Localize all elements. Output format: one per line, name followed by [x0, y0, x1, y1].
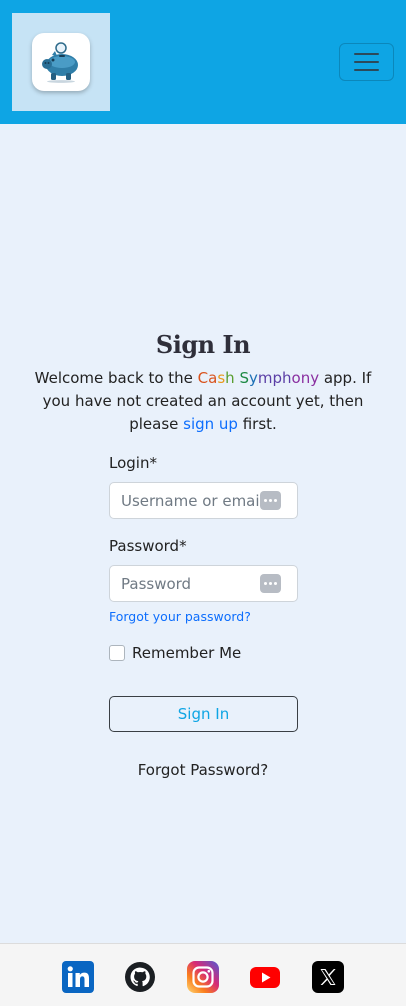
logo[interactable] [12, 13, 110, 111]
app-name: Cash Symphony [198, 369, 319, 387]
instagram-icon[interactable] [187, 961, 219, 993]
signin-button[interactable]: Sign In [109, 696, 298, 732]
signin-section: Sign In Welcome back to the Cash Symphon… [0, 330, 406, 436]
password-field [109, 565, 298, 602]
linkedin-icon[interactable] [62, 961, 94, 993]
github-icon[interactable] [124, 961, 156, 993]
signup-link[interactable]: sign up [183, 415, 238, 433]
app-name-part: ony [291, 369, 320, 387]
password-label: Password* [109, 537, 187, 555]
app-name-part: h [225, 369, 240, 387]
forgot-password-link[interactable]: Forgot your password? [109, 609, 298, 624]
x-icon[interactable] [312, 961, 344, 993]
app-name-part: Ca [197, 369, 218, 387]
password-manager-icon[interactable] [260, 574, 281, 593]
login-label: Login* [109, 454, 157, 472]
hamburger-line [354, 61, 379, 63]
forgot-password-text[interactable]: Forgot Password? [0, 761, 406, 779]
youtube-icon[interactable] [249, 961, 281, 993]
password-input[interactable] [110, 566, 260, 601]
hamburger-line [354, 69, 379, 71]
page-title: Sign In [155, 330, 251, 359]
navbar [0, 0, 406, 124]
logo-tile [32, 33, 90, 91]
hamburger-icon[interactable] [339, 43, 394, 81]
password-manager-icon[interactable] [260, 491, 281, 510]
intro-text: Welcome back to the Cash Symphony app. I… [25, 367, 381, 436]
app-name-part: y [248, 369, 258, 387]
app-name-part: mph [257, 369, 292, 387]
login-field [109, 482, 298, 519]
app-name-part: S [239, 369, 249, 387]
intro-before: Welcome back to the [34, 369, 198, 387]
signin-form: Login* Password* Forgot your password? R… [109, 453, 298, 732]
remember-me-checkbox[interactable] [109, 645, 125, 661]
footer [0, 943, 406, 1006]
piggy-bank-icon [42, 42, 78, 83]
hamburger-line [354, 53, 379, 55]
app-name-part: s [217, 369, 226, 387]
intro-after: first. [237, 415, 277, 433]
remember-me-label[interactable]: Remember Me [132, 644, 241, 662]
login-input[interactable] [110, 483, 260, 518]
remember-me-row: Remember Me [109, 644, 298, 662]
